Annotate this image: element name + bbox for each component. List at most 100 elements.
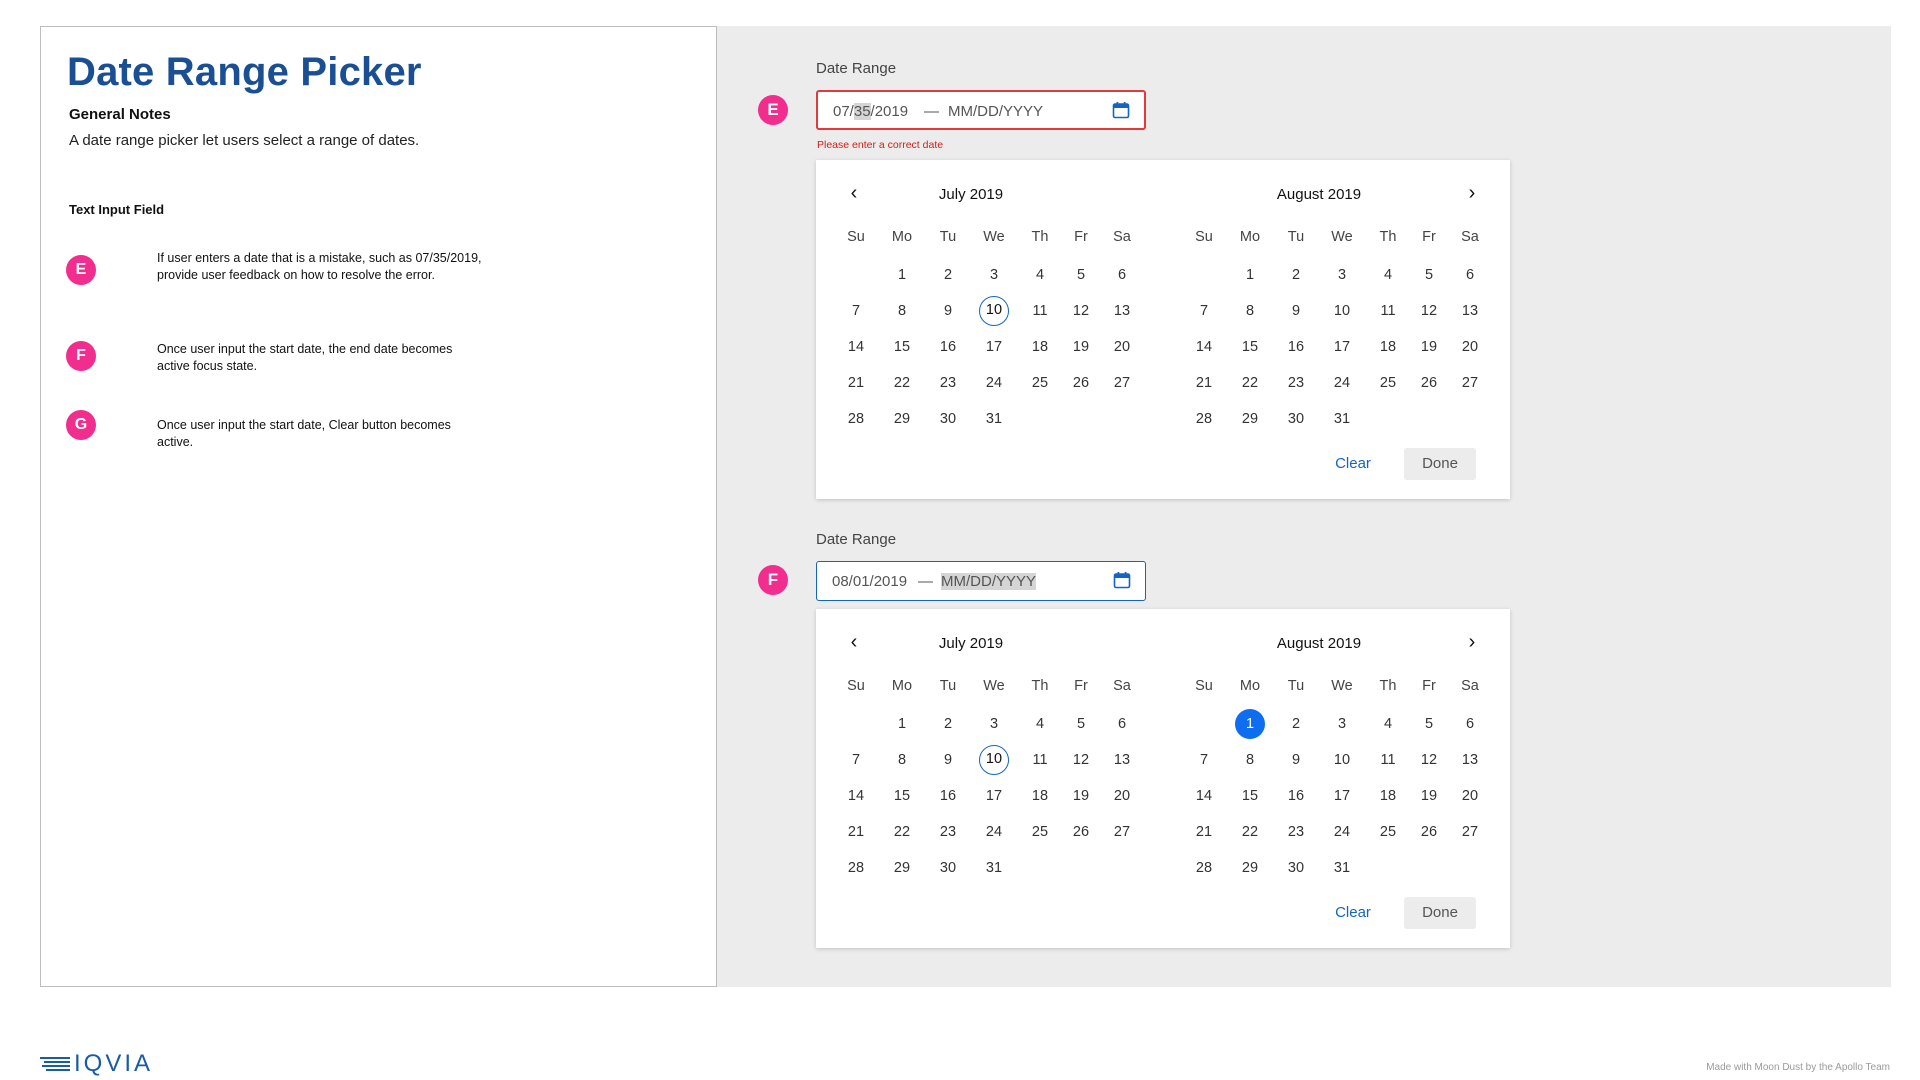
day-cell[interactable]: 25: [1025, 817, 1055, 847]
day-cell[interactable]: 19: [1066, 781, 1096, 811]
day-cell[interactable]: 22: [1235, 817, 1265, 847]
day-cell[interactable]: 26: [1066, 817, 1096, 847]
day-cell[interactable]: 14: [1189, 332, 1219, 362]
day-cell[interactable]: 2: [1281, 709, 1311, 739]
clear-button[interactable]: Clear: [1324, 897, 1382, 929]
day-cell[interactable]: 31: [1327, 853, 1357, 883]
day-cell[interactable]: 14: [841, 332, 871, 362]
day-cell[interactable]: 23: [1281, 817, 1311, 847]
day-cell[interactable]: 23: [933, 368, 963, 398]
day-cell[interactable]: 7: [841, 296, 871, 326]
day-cell[interactable]: 20: [1107, 332, 1137, 362]
day-cell[interactable]: 13: [1107, 296, 1137, 326]
end-date-field[interactable]: MM/DD/YYYY: [948, 103, 1043, 120]
day-cell[interactable]: 17: [1327, 332, 1357, 362]
day-cell[interactable]: 4: [1025, 709, 1055, 739]
day-cell[interactable]: 27: [1455, 368, 1485, 398]
day-cell[interactable]: 12: [1066, 745, 1096, 775]
day-cell[interactable]: 22: [887, 368, 917, 398]
day-cell[interactable]: 11: [1025, 745, 1055, 775]
day-cell[interactable]: 23: [1281, 368, 1311, 398]
day-cell[interactable]: 19: [1066, 332, 1096, 362]
day-cell[interactable]: 12: [1414, 296, 1444, 326]
day-cell[interactable]: 20: [1455, 332, 1485, 362]
day-cell[interactable]: 15: [1235, 781, 1265, 811]
day-cell[interactable]: 30: [933, 853, 963, 883]
date-range-input-error[interactable]: 07/35/2019 — MM/DD/YYYY: [816, 90, 1146, 130]
day-cell[interactable]: 22: [887, 817, 917, 847]
day-cell[interactable]: 27: [1107, 817, 1137, 847]
end-date-field-focused[interactable]: MM/DD/YYYY: [941, 573, 1037, 590]
day-cell[interactable]: 3: [979, 260, 1009, 290]
day-cell[interactable]: 5: [1066, 260, 1096, 290]
start-date-field[interactable]: 07/35/2019: [833, 103, 908, 120]
day-cell[interactable]: 2: [933, 709, 963, 739]
day-cell[interactable]: 11: [1373, 745, 1403, 775]
day-cell[interactable]: 17: [979, 781, 1009, 811]
date-range-input-focus[interactable]: 08/01/2019 — MM/DD/YYYY: [816, 561, 1146, 601]
day-cell[interactable]: 26: [1414, 817, 1444, 847]
day-cell[interactable]: 9: [1281, 745, 1311, 775]
day-cell[interactable]: 24: [979, 817, 1009, 847]
day-cell[interactable]: 20: [1455, 781, 1485, 811]
day-cell[interactable]: 6: [1107, 260, 1137, 290]
day-cell[interactable]: 14: [841, 781, 871, 811]
calendar-icon[interactable]: [1113, 571, 1131, 589]
day-cell[interactable]: 17: [979, 332, 1009, 362]
start-date-field[interactable]: 08/01/2019: [832, 573, 907, 590]
day-cell[interactable]: 8: [887, 296, 917, 326]
day-cell[interactable]: 9: [933, 745, 963, 775]
day-cell[interactable]: 5: [1066, 709, 1096, 739]
day-cell[interactable]: 29: [887, 404, 917, 434]
day-cell[interactable]: 6: [1455, 709, 1485, 739]
day-cell[interactable]: 18: [1025, 781, 1055, 811]
day-cell[interactable]: 6: [1455, 260, 1485, 290]
done-button[interactable]: Done: [1404, 897, 1476, 929]
day-cell-today[interactable]: 10: [979, 745, 1009, 775]
day-cell[interactable]: 18: [1373, 781, 1403, 811]
day-cell[interactable]: 25: [1373, 817, 1403, 847]
done-button[interactable]: Done: [1404, 448, 1476, 480]
day-cell[interactable]: 21: [841, 368, 871, 398]
day-cell[interactable]: 26: [1414, 368, 1444, 398]
day-cell[interactable]: 1: [887, 260, 917, 290]
day-cell-today[interactable]: 10: [979, 296, 1009, 326]
day-cell[interactable]: 7: [1189, 745, 1219, 775]
day-cell[interactable]: 15: [887, 781, 917, 811]
day-cell[interactable]: 6: [1107, 709, 1137, 739]
day-cell[interactable]: 21: [1189, 368, 1219, 398]
day-cell-selected[interactable]: 1: [1235, 709, 1265, 739]
day-cell[interactable]: 21: [1189, 817, 1219, 847]
day-cell[interactable]: 14: [1189, 781, 1219, 811]
day-cell[interactable]: 31: [1327, 404, 1357, 434]
day-cell[interactable]: 2: [933, 260, 963, 290]
day-cell[interactable]: 10: [1327, 296, 1357, 326]
day-cell[interactable]: 24: [1327, 817, 1357, 847]
day-cell[interactable]: 30: [1281, 404, 1311, 434]
day-cell[interactable]: 3: [1327, 709, 1357, 739]
day-cell[interactable]: 1: [1235, 260, 1265, 290]
day-cell[interactable]: 15: [1235, 332, 1265, 362]
day-cell[interactable]: 4: [1373, 709, 1403, 739]
day-cell[interactable]: 19: [1414, 781, 1444, 811]
day-cell[interactable]: 30: [933, 404, 963, 434]
day-cell[interactable]: 31: [979, 404, 1009, 434]
day-cell[interactable]: 18: [1025, 332, 1055, 362]
clear-button[interactable]: Clear: [1324, 448, 1382, 480]
day-cell[interactable]: 7: [841, 745, 871, 775]
day-cell[interactable]: 18: [1373, 332, 1403, 362]
day-cell[interactable]: 13: [1107, 745, 1137, 775]
day-cell[interactable]: 3: [1327, 260, 1357, 290]
day-cell[interactable]: 10: [1327, 745, 1357, 775]
day-cell[interactable]: 9: [933, 296, 963, 326]
day-cell[interactable]: 3: [979, 709, 1009, 739]
day-cell[interactable]: 9: [1281, 296, 1311, 326]
day-cell[interactable]: 8: [1235, 745, 1265, 775]
day-cell[interactable]: 4: [1025, 260, 1055, 290]
day-cell[interactable]: 28: [841, 853, 871, 883]
day-cell[interactable]: 8: [887, 745, 917, 775]
day-cell[interactable]: 28: [1189, 404, 1219, 434]
day-cell[interactable]: 27: [1455, 817, 1485, 847]
day-cell[interactable]: 25: [1025, 368, 1055, 398]
day-cell[interactable]: 29: [1235, 853, 1265, 883]
